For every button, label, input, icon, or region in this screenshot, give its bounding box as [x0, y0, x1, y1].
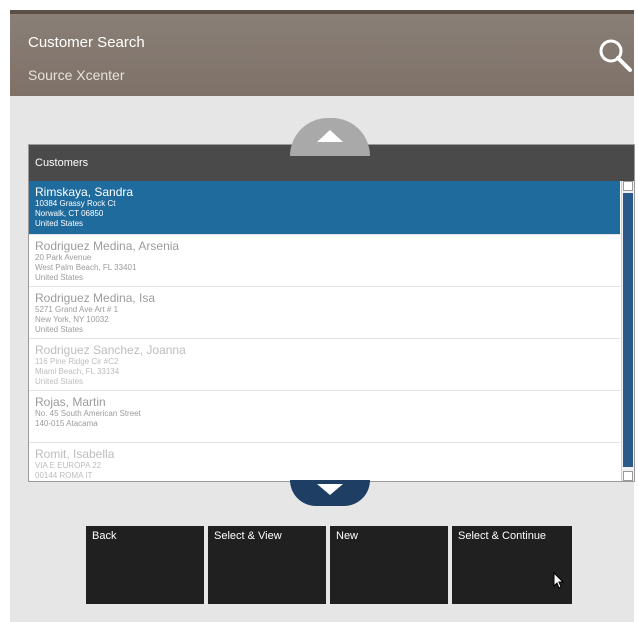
list-scrollbar[interactable]: [621, 181, 634, 481]
page-subtitle: Source Xcenter: [28, 67, 125, 83]
scroll-up-arrow[interactable]: [623, 181, 633, 191]
customer-name: Rodriguez Sanchez, Joanna: [35, 343, 186, 357]
address-line: No. 45 South American Street: [35, 409, 141, 418]
scroll-thumb[interactable]: [623, 193, 633, 467]
list-item[interactable]: Rimskaya, Sandra 10384 Grassy Rock Ct No…: [29, 181, 620, 235]
mouse-cursor-icon: [553, 572, 565, 589]
customer-name: Rodriguez Medina, Arsenia: [35, 239, 180, 253]
address-line: West Palm Beach, FL 33401: [35, 263, 137, 272]
address-line: 20 Park Avenue: [35, 253, 92, 262]
new-button[interactable]: New: [330, 526, 448, 604]
address-line: 140-015 Atacama: [35, 419, 98, 428]
customer-name: Rojas, Martin: [35, 395, 106, 409]
scroll-down-arrow[interactable]: [623, 471, 633, 481]
address-line: United States: [35, 219, 84, 228]
back-button[interactable]: Back: [86, 526, 204, 604]
address-line: VIA E EUROPA 22: [35, 461, 102, 470]
customer-name: Rodriguez Medina, Isa: [35, 291, 156, 305]
list-item[interactable]: Rodriguez Medina, Arsenia 20 Park Avenue…: [29, 235, 620, 287]
customer-rows[interactable]: Rimskaya, Sandra 10384 Grassy Rock Ct No…: [29, 181, 620, 481]
customer-name: Romit, Isabella: [35, 447, 115, 461]
chevron-down-icon: [317, 484, 343, 495]
address-line: United States: [35, 377, 84, 386]
address-line: United States: [35, 325, 84, 334]
search-icon[interactable]: [596, 36, 636, 76]
page-title: Customer Search: [28, 34, 145, 51]
address-line: United States: [35, 273, 84, 282]
list-item[interactable]: Rodriguez Medina, Isa 5271 Grand Ave Art…: [29, 287, 620, 339]
customer-list[interactable]: Customers Rimskaya, Sandra 10384 Grassy …: [28, 144, 635, 482]
list-item[interactable]: Romit, Isabella VIA E EUROPA 22 00144 RO…: [29, 443, 620, 481]
list-item[interactable]: Rodriguez Sanchez, Joanna 116 Pine Ridge…: [29, 339, 620, 391]
select-view-button[interactable]: Select & View: [208, 526, 326, 604]
address-line: 5271 Grand Ave Art # 1: [35, 305, 119, 314]
address-line: 116 Pine Ridge Cir #C2: [35, 357, 119, 366]
select-continue-button[interactable]: Select & Continue: [452, 526, 572, 604]
page-header: Customer Search Source Xcenter: [10, 14, 634, 96]
address-line: New York, NY 10032: [35, 315, 109, 324]
chevron-up-icon: [317, 130, 343, 142]
address-line: Norwalk, CT 06850: [35, 209, 104, 218]
customer-name: Rimskaya, Sandra: [35, 185, 134, 199]
address-line: 10384 Grassy Rock Ct: [35, 199, 116, 208]
address-line: Miami Beach, FL 33134: [35, 367, 120, 376]
list-item[interactable]: Rojas, Martin No. 45 South American Stre…: [29, 391, 620, 443]
